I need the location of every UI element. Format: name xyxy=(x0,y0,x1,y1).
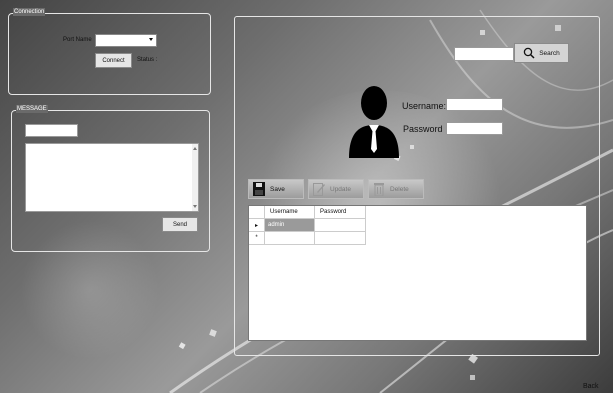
connect-button[interactable]: Connect xyxy=(95,53,132,68)
column-header-password[interactable]: Password xyxy=(315,206,366,219)
send-button[interactable]: Send xyxy=(162,217,198,232)
update-label: Update xyxy=(330,185,351,193)
port-name-label: Port Name xyxy=(63,37,92,43)
grid-cell-username[interactable]: admin xyxy=(265,219,315,232)
user-avatar-icon xyxy=(349,86,399,158)
grid-cell-password[interactable] xyxy=(315,232,366,245)
edit-icon xyxy=(313,182,325,196)
scroll-up-icon[interactable] xyxy=(193,147,197,150)
row-marker[interactable]: * xyxy=(249,232,265,245)
message-input[interactable] xyxy=(25,124,78,137)
back-link[interactable]: Back xyxy=(583,383,599,390)
port-name-select[interactable] xyxy=(95,34,157,47)
password-input[interactable] xyxy=(446,122,503,135)
column-header-username[interactable]: Username xyxy=(265,206,315,219)
message-group-title: MESSAGE xyxy=(16,105,48,113)
users-grid[interactable]: Username Password ▸ admin * xyxy=(248,205,587,341)
textarea-scrollbar[interactable] xyxy=(192,144,198,211)
row-marker[interactable]: ▸ xyxy=(249,219,265,232)
search-button-label: Search xyxy=(539,49,560,57)
grid-cell-password[interactable] xyxy=(315,219,366,232)
trash-icon xyxy=(373,182,385,197)
username-label: Username: xyxy=(402,101,447,111)
grid-corner xyxy=(249,206,265,219)
message-textarea[interactable] xyxy=(25,143,199,212)
search-input[interactable] xyxy=(454,47,514,61)
delete-button[interactable]: Delete xyxy=(368,179,424,199)
password-label: Password xyxy=(403,124,443,134)
grid-cell-username[interactable] xyxy=(265,232,315,245)
search-button[interactable]: Search xyxy=(514,43,569,63)
connection-group-title: Connection xyxy=(13,8,46,16)
status-label: Status : xyxy=(137,57,158,63)
search-icon xyxy=(523,47,535,59)
save-button[interactable]: Save xyxy=(248,179,304,199)
update-button[interactable]: Update xyxy=(308,179,364,199)
chevron-down-icon xyxy=(149,38,153,41)
save-label: Save xyxy=(270,185,285,193)
username-input[interactable] xyxy=(446,98,503,111)
scroll-down-icon[interactable] xyxy=(193,205,197,208)
floppy-disk-icon xyxy=(253,182,265,196)
delete-label: Delete xyxy=(390,185,409,193)
